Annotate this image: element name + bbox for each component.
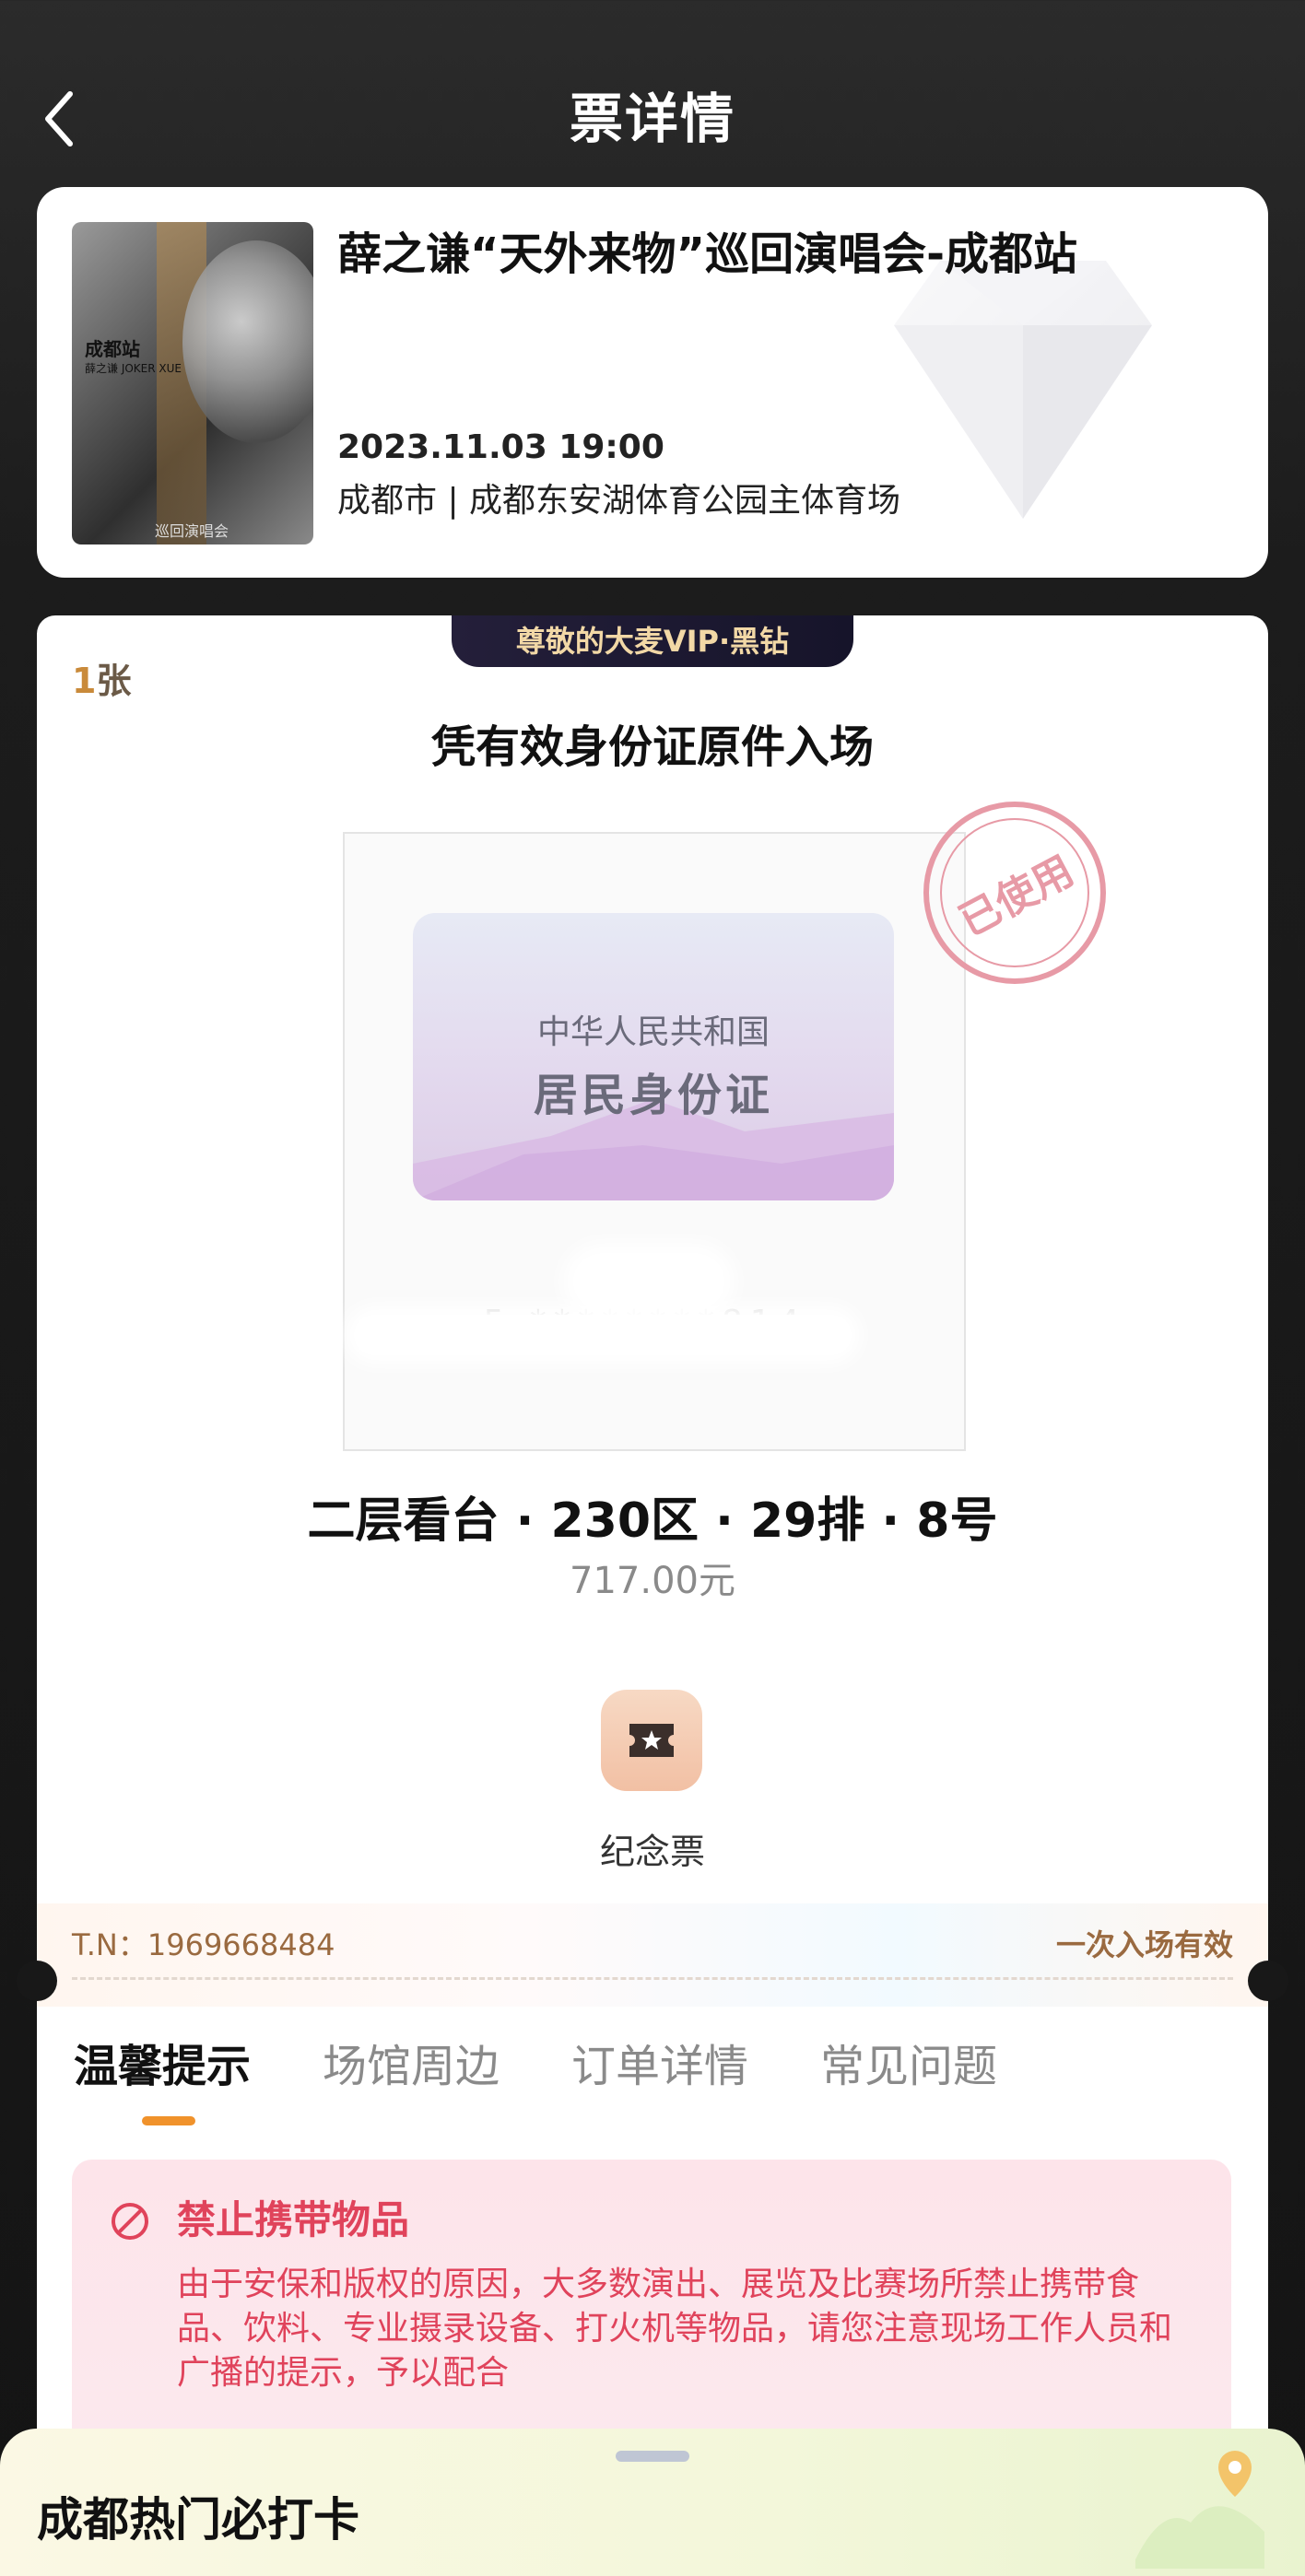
used-stamp: 已使用	[923, 802, 1106, 984]
event-card[interactable]: 成都站 薛之谦 JOKER XUE 巡回演唱会 薛之谦“天外来物”巡回演唱会-成…	[37, 187, 1268, 578]
ticket-number: T.N：1969668484	[72, 1927, 335, 1962]
ticket-validity: 一次入场有效	[1055, 1927, 1233, 1962]
id-card-panel: 中华人民共和国 居民身份证 5 ********814	[343, 832, 966, 1451]
vip-badge: 尊敬的大麦VIP·黑钻	[452, 615, 853, 667]
seat-info: 二层看台 · 230区 · 29排 · 8号	[307, 1493, 998, 1549]
entry-rule: 凭有效身份证原件入场	[430, 721, 874, 773]
ticket-count: 1张	[72, 652, 131, 703]
ticket-price: 717.00元	[570, 1560, 735, 1602]
prohibited-items-notice: 禁止携带物品 由于安保和版权的原因，大多数演出、展览及比赛场所禁止携带食品、饮料…	[72, 2160, 1231, 2464]
active-tab-indicator	[142, 2116, 195, 2125]
tab-faq[interactable]: 常见问题	[820, 2036, 997, 2097]
ticket-star-icon	[629, 1724, 674, 1757]
poster-city-label: 成都站	[85, 338, 140, 360]
number-redaction	[354, 1315, 852, 1355]
ticket-number-strip: T.N：1969668484 一次入场有效	[37, 1903, 1268, 2007]
event-title: 薛之谦“天外来物”巡回演唱会-成都站	[337, 228, 1078, 280]
bottom-sheet[interactable]: 成都热门必打卡	[0, 2429, 1305, 2576]
ticket-card: 尊敬的大麦VIP·黑钻 1张 凭有效身份证原件入场 中华人民共和国 居民身份证 …	[37, 615, 1268, 1914]
ticket-count-unit: 张	[96, 661, 132, 701]
event-venue: 成都市 | 成都东安湖体育公园主体育场	[337, 482, 901, 520]
ticket-notch-left	[17, 1961, 57, 2001]
location-pin-icon	[1135, 2451, 1264, 2569]
souvenir-ticket-button[interactable]	[601, 1690, 702, 1791]
id-card-country: 中华人民共和国	[536, 1013, 770, 1051]
ticket-count-number: 1	[72, 661, 97, 701]
tab-tips[interactable]: 温馨提示	[74, 2036, 251, 2097]
notice-body: 由于安保和版权的原因，大多数演出、展览及比赛场所禁止携带食品、饮料、专业摄录设备…	[177, 2266, 1173, 2392]
id-card-type: 居民身份证	[533, 1070, 773, 1121]
tab-order-details[interactable]: 订单详情	[571, 2036, 748, 2097]
souvenir-ticket-label: 纪念票	[599, 1832, 705, 1872]
prohibited-icon	[112, 2203, 148, 2240]
sheet-title: 成都热门必打卡	[37, 2493, 359, 2547]
tab-venue-surroundings[interactable]: 场馆周边	[323, 2036, 500, 2097]
event-datetime: 2023.11.03 19:00	[337, 428, 664, 466]
sheet-drag-handle[interactable]	[616, 2451, 689, 2462]
notice-title: 禁止携带物品	[177, 2197, 410, 2242]
id-card-image: 中华人民共和国 居民身份证	[413, 913, 894, 1200]
dashed-divider	[72, 1977, 1233, 1980]
poster-tour-label: 巡回演唱会	[155, 522, 229, 540]
event-poster: 成都站 薛之谦 JOKER XUE 巡回演唱会	[72, 222, 313, 544]
poster-artist-label: 薛之谦 JOKER XUE	[85, 362, 182, 375]
page-title: 票详情	[569, 88, 735, 150]
ticket-notch-right	[1248, 1961, 1288, 2001]
name-redaction	[575, 1256, 723, 1307]
